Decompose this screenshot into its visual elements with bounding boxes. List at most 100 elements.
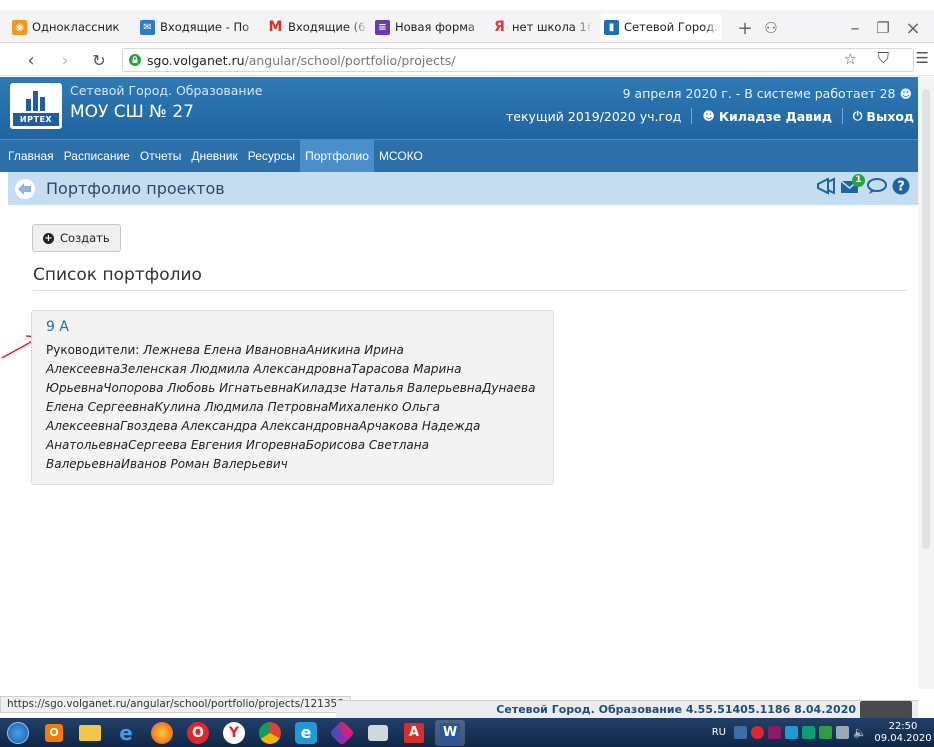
lock-icon [129, 54, 141, 66]
mail-notifications-icon[interactable]: 1 [840, 174, 865, 195]
logo-text: ИРТЕХ [13, 113, 59, 126]
browser-tab-bar: ◉ Одноклассник ✉ Входящие - По M Входящи… [0, 10, 934, 43]
back-arrow-icon[interactable]: ‹ [20, 49, 42, 71]
site-footer: Сетевой Город. Образование 4.55.51405.11… [336, 700, 918, 719]
logo-bars-icon [26, 91, 45, 111]
power-icon: ⏻ [852, 108, 863, 123]
create-button[interactable]: + Создать [32, 224, 121, 252]
opera-icon[interactable]: O [183, 720, 213, 746]
menu-item-diary[interactable]: Дневник [186, 140, 242, 172]
acrobat-icon[interactable]: A [399, 720, 429, 746]
tab-new-form[interactable]: ≡ Новая форма [375, 14, 485, 40]
version-info: Сетевой Город. Образование 4.55.51405.11… [496, 703, 856, 716]
menu-item-home[interactable]: Главная [0, 140, 59, 172]
notification-badge: 1 [852, 174, 865, 187]
close-window-icon[interactable]: × [902, 17, 924, 39]
user-info-line: текущий 2019/2020 уч.год ☻ Киладзе Давид … [506, 108, 914, 124]
portfolio-list-heading: Список портфолио [33, 265, 202, 285]
page-title: Портфолио проектов [46, 179, 225, 198]
restore-window-icon[interactable]: ❐ [872, 17, 894, 39]
taskbar-clock[interactable]: 22:50 09.04.2020 [872, 721, 934, 745]
menu-item-portfolio[interactable]: Портфолио [300, 140, 374, 172]
leaders-list: Лежнева Елена ИвановнаАникина Ирина Алек… [46, 343, 536, 471]
yandex-icon: Я [494, 19, 505, 35]
new-tab-plus-icon[interactable]: + [734, 17, 756, 39]
top-cropped-text [0, 0, 934, 10]
colorful-app-icon[interactable] [327, 719, 357, 746]
svg-text:?: ? [897, 180, 905, 195]
tray-volume-icon[interactable]: 🔈 [853, 726, 867, 739]
menu-item-msoko[interactable]: МСОКО [374, 140, 428, 172]
mail-icon: ✉ [140, 19, 155, 35]
divider [33, 290, 907, 291]
camera-icon[interactable] [363, 720, 393, 746]
portfolio-card: 9 А Руководители: Лежнева Елена Ивановна… [31, 310, 554, 485]
forms-icon: ≡ [375, 19, 390, 35]
tab-setevoy-gorod[interactable]: ▮ Сетевой Город. [600, 14, 722, 40]
menu-icon[interactable]: ☰ [916, 49, 929, 67]
menu-item-reports[interactable]: Отчеты [135, 140, 186, 172]
language-indicator[interactable]: RU [712, 727, 726, 738]
user-icon: ☻ [899, 87, 912, 101]
page-title-bar: Портфолио проектов 1 ? [8, 172, 918, 205]
reload-icon[interactable]: ↻ [88, 49, 110, 71]
tray-app-icon[interactable] [785, 726, 798, 739]
url-host: sgo.volganet.ru [147, 52, 245, 68]
forward-arrow-icon[interactable]: › [54, 49, 76, 71]
tab-inbox-mail[interactable]: ✉ Входящие - По [140, 14, 260, 40]
word-icon[interactable]: W [435, 719, 465, 746]
footer-button[interactable] [860, 701, 912, 719]
person-icon: ☻ [702, 109, 715, 123]
megaphone-icon[interactable] [816, 177, 836, 195]
firefox-icon[interactable] [147, 720, 177, 746]
explorer-folder-icon[interactable] [75, 720, 105, 746]
tab-yandex-search[interactable]: Я нет школа 16 г [492, 14, 592, 40]
edge-icon[interactable]: e [291, 720, 321, 746]
portfolio-card-title-link[interactable]: 9 А [46, 319, 539, 335]
incognito-icon[interactable]: ⚇ [760, 17, 782, 39]
chrome-icon[interactable] [255, 720, 285, 746]
school-year[interactable]: текущий 2019/2020 уч.год [506, 109, 681, 124]
site-favicon-icon: ▮ [604, 19, 619, 35]
menu-item-resources[interactable]: Ресурсы [243, 140, 300, 172]
gmail-icon: M [268, 19, 283, 35]
date-online-line: 9 апреля 2020 г. - В системе работает 28… [622, 86, 912, 101]
tab-odnoklassniki[interactable]: ◉ Одноклассник [12, 14, 134, 40]
odnoklassniki-icon: ◉ [12, 19, 27, 35]
tray-battery-icon[interactable] [819, 726, 832, 739]
page-scrollbar[interactable] [918, 77, 934, 689]
internet-explorer-icon[interactable]: e [111, 720, 141, 746]
user-name-link[interactable]: ☻ Киладзе Давид [702, 109, 832, 124]
address-bar-row: ‹ › ↻ sgo.volganet.ru/angular/school/por… [0, 43, 934, 76]
logout-link[interactable]: ⏻ Выход [853, 109, 914, 124]
header-icons: 1 ? [812, 174, 910, 195]
help-icon[interactable]: ? [892, 177, 910, 195]
shield-icon[interactable]: ⛉ [878, 49, 889, 67]
back-page-icon[interactable] [14, 178, 36, 200]
portfolio-leaders: Руководители: Лежнева Елена ИвановнаАник… [46, 341, 539, 474]
site-header: ИРТЕХ Сетевой Город. Образование МОУ СШ … [0, 77, 934, 139]
tray-network-icon[interactable] [836, 726, 849, 739]
outlook-icon[interactable]: O [39, 720, 69, 746]
system-tray: RU 🔈 22:50 09.04.2020 [712, 718, 934, 747]
menu-item-schedule[interactable]: Расписание [59, 140, 135, 172]
start-button[interactable] [3, 720, 33, 746]
tab-inbox-gmail[interactable]: M Входящие (63) [268, 14, 368, 40]
plus-circle-icon: + [43, 232, 54, 244]
leaders-label: Руководители: [46, 343, 140, 357]
tray-arrow-icon[interactable] [734, 726, 747, 739]
url-input[interactable]: sgo.volganet.ru/angular/school/portfolio… [122, 48, 929, 72]
minimize-icon[interactable]: – [844, 17, 866, 39]
url-path: /angular/school/portfolio/projects/ [244, 52, 456, 68]
school-name: МОУ СШ № 27 [70, 102, 194, 122]
status-link-url: https://sgo.volganet.ru/angular/school/p… [0, 696, 351, 713]
tray-onenote-icon[interactable] [768, 726, 781, 739]
tray-opera-icon[interactable] [751, 726, 764, 739]
windows-taskbar: O e O Y e A W RU 🔈 22:50 09.04.2020 [0, 718, 934, 747]
tray-sync-icon[interactable] [802, 726, 815, 739]
yandex-browser-icon[interactable]: Y [219, 720, 249, 746]
chat-icon[interactable] [866, 177, 888, 195]
irtech-logo: ИРТЕХ [10, 83, 62, 129]
star-bookmark-icon[interactable]: ☆ [844, 50, 857, 68]
system-name: Сетевой Город. Образование [70, 83, 263, 98]
